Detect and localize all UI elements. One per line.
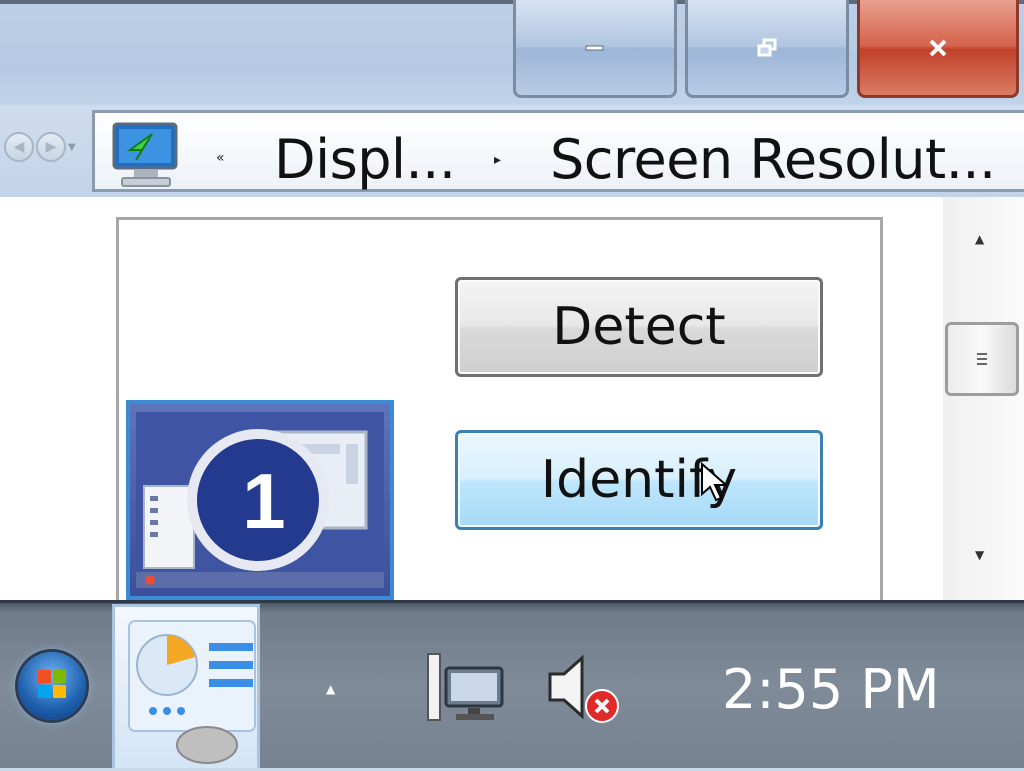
identify-button[interactable]: Identify: [455, 430, 823, 530]
vertical-scrollbar[interactable]: [943, 197, 1024, 600]
monitor-number: 1: [242, 457, 286, 545]
chevron-up-icon[interactable]: ▲: [326, 682, 335, 696]
mouse-cursor-icon: [701, 462, 729, 502]
breadcrumb-screen-resolution[interactable]: Screen Resolut...: [550, 128, 996, 191]
scroll-down-icon[interactable]: ▼: [975, 548, 984, 562]
taskbar-clock[interactable]: 2:55 PM: [722, 658, 940, 721]
taskbar-control-panel-item[interactable]: [112, 604, 260, 768]
minimize-button[interactable]: [513, 0, 677, 98]
forward-button[interactable]: ▶: [36, 132, 66, 162]
navigation-buttons: ◀ ▶ ▼: [4, 132, 76, 162]
breadcrumb-display[interactable]: Displ...: [274, 128, 456, 191]
chevron-down-icon[interactable]: ▼: [68, 142, 76, 153]
network-icon[interactable]: [424, 650, 508, 726]
minimize-icon: [585, 45, 604, 50]
back-arrow-icon: ◀: [13, 139, 25, 155]
monitor-1-thumbnail[interactable]: 1: [126, 400, 394, 600]
volume-muted-icon[interactable]: [544, 650, 628, 728]
windows-logo-icon: [38, 670, 66, 698]
scrollbar-thumb[interactable]: [945, 322, 1019, 396]
close-button[interactable]: [857, 0, 1019, 98]
scroll-up-icon[interactable]: ▲: [975, 232, 984, 246]
restore-icon: [757, 38, 777, 56]
display-control-panel-icon: [112, 122, 178, 187]
back-button[interactable]: ◀: [4, 132, 34, 162]
control-panel-icon: [128, 620, 256, 764]
start-button[interactable]: [18, 652, 86, 720]
detect-button[interactable]: Detect: [455, 277, 823, 377]
forward-arrow-icon: ▶: [45, 139, 57, 155]
breadcrumb-separator-icon[interactable]: ▸: [494, 152, 501, 168]
close-icon: [929, 39, 947, 56]
restore-button[interactable]: [685, 0, 849, 98]
grip-icon: [977, 353, 987, 365]
breadcrumb-overflow-button[interactable]: «: [216, 150, 225, 166]
